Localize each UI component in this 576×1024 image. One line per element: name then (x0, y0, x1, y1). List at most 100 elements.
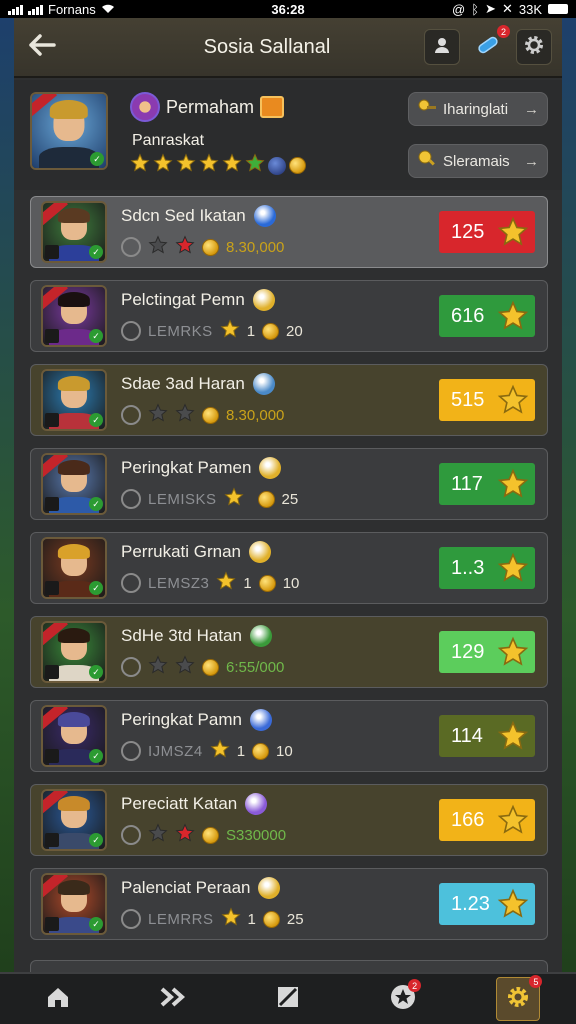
level-icon (45, 665, 59, 679)
profile-button[interactable] (424, 29, 460, 65)
guild-emblem-icon (245, 793, 268, 815)
star-icon (220, 319, 240, 343)
star-count: 1 (247, 910, 256, 928)
score-star-icon (497, 468, 529, 506)
back-button[interactable] (14, 17, 70, 77)
coin-icon (262, 322, 280, 340)
player-tag: LEMSZ3 (148, 574, 210, 592)
leaderboard-row[interactable]: ✓ Perrukati Grnan LEMSZ3 1 10 1..3 (30, 532, 548, 604)
player-name: Sdae 3ad Haran (121, 374, 245, 393)
rating-star-icon (153, 153, 173, 178)
signal-icon (8, 4, 23, 15)
leaderboard-row[interactable]: ✓ Peringkat Pamen LEMISKS 25 117 (30, 448, 548, 520)
coin-icon (202, 658, 219, 676)
clock-icon (121, 657, 141, 677)
verified-icon: ✓ (89, 749, 103, 763)
clock-icon (121, 909, 141, 929)
score-star-icon (497, 552, 529, 590)
guild-emblem-icon (259, 457, 282, 479)
profile-name: Permaham (166, 96, 255, 117)
score-value: 616 (451, 304, 485, 327)
wifi-icon (101, 2, 115, 17)
profile-action-label-1: Iharinglati (443, 100, 509, 118)
coin-count: 8.30,000 (226, 238, 285, 256)
score-badge: 125 (439, 211, 535, 253)
player-avatar: ✓ (41, 453, 107, 515)
coin-icon (258, 574, 276, 592)
score-badge: 1.23 (439, 883, 535, 925)
player-name-row: SdHe 3td Hatan (121, 625, 272, 647)
star-empty-icon (148, 403, 168, 427)
nav-missions[interactable]: 2 (381, 977, 425, 1021)
coin-icon (252, 742, 270, 760)
score-star-icon (497, 888, 529, 926)
player-meta: S330000 (121, 823, 286, 847)
nav-edit[interactable] (266, 977, 310, 1021)
leaderboard-row[interactable]: ✓ Sdae 3ad Haran 8.30,000 515 (30, 364, 548, 436)
level-icon (45, 581, 59, 595)
star-count: 1 (246, 322, 256, 340)
status-bar: Fornans 36:28 @ ᛒ ➤ ✕ 33K (0, 0, 576, 18)
score-badge: 117 (439, 463, 535, 505)
profile-stars (130, 153, 306, 178)
leaderboard-row[interactable]: ✓ Pelctingat Pemn LEMRKS 1 20 616 (30, 280, 548, 352)
leaderboard-row[interactable]: ✓ Sdcn Sed Ikatan 8.30,000 125 (30, 196, 548, 268)
player-name-row: Perrukati Grnan (121, 541, 271, 563)
guild-emblem-icon (249, 709, 272, 731)
profile-avatar[interactable]: ✓ (30, 92, 108, 170)
profile-action-button-2[interactable]: Sleramais → (408, 144, 548, 178)
verified-icon: ✓ (89, 581, 103, 595)
score-value: 125 (451, 220, 485, 243)
edit-icon (276, 985, 300, 1014)
profile-action-button-1[interactable]: Iharinglati → (408, 92, 548, 126)
nav-settings-badge: 5 (529, 975, 543, 988)
player-avatar: ✓ (41, 789, 107, 851)
star-icon (210, 739, 230, 763)
star-icon (216, 571, 236, 595)
home-icon (45, 985, 71, 1014)
score-value: 1..3 (451, 556, 485, 579)
user-icon (433, 36, 451, 59)
nav-forward[interactable] (151, 977, 195, 1021)
player-name: Sdcn Sed Ikatan (121, 206, 246, 225)
verified-icon: ✓ (89, 497, 103, 511)
player-meta: LEMRKS 1 20 (121, 319, 303, 343)
leaderboard-row[interactable]: ✓ Palenciat Peraan LEMRRS 1 25 1.23 (30, 868, 548, 940)
score-star-icon (497, 636, 529, 674)
score-star-icon (497, 804, 529, 842)
verified-icon: ✓ (89, 665, 103, 679)
coin-count: 6:55/000 (226, 658, 285, 676)
coin-count: 10 (276, 742, 293, 760)
star-red-icon (175, 823, 195, 847)
score-star-icon (497, 216, 529, 254)
clock-icon (121, 573, 141, 593)
player-avatar: ✓ (41, 621, 107, 683)
score-badge: 616 (439, 295, 535, 337)
nav-home[interactable] (36, 977, 80, 1021)
player-avatar: ✓ (41, 369, 107, 431)
leaderboard-row[interactable]: ✓ Peringkat Pamn IJMSZ4 1 10 114 (30, 700, 548, 772)
arrow-right-icon: → (524, 100, 539, 118)
clock-icon (121, 741, 141, 761)
clock-icon (121, 825, 141, 845)
friends-button[interactable]: 2 (470, 25, 510, 65)
settings-button[interactable] (516, 29, 552, 65)
gear-icon (506, 985, 530, 1014)
verified-icon: ✓ (89, 329, 103, 343)
score-badge: 114 (439, 715, 535, 757)
player-meta: 6:55/000 (121, 655, 284, 679)
carrier-label: Fornans (48, 1, 96, 17)
nav-settings[interactable]: 5 (496, 975, 543, 1021)
player-name-row: Peringkat Pamn (121, 709, 272, 731)
guild-emblem-icon (249, 541, 271, 563)
star-red-icon (175, 655, 195, 679)
guild-emblem-icon (258, 877, 281, 899)
player-tag: IJMSZ4 (148, 742, 203, 760)
leaderboard-row[interactable]: ✓ Pereciatt Katan S330000 166 (30, 784, 548, 856)
score-badge: 515 (439, 379, 535, 421)
coin-icon (202, 406, 219, 424)
score-badge: 1..3 (439, 547, 535, 589)
coin-count: 25 (281, 490, 299, 508)
leaderboard-row[interactable]: ✓ SdHe 3td Hatan 6:55/000 129 (30, 616, 548, 688)
nav-missions-badge: 2 (408, 979, 422, 992)
